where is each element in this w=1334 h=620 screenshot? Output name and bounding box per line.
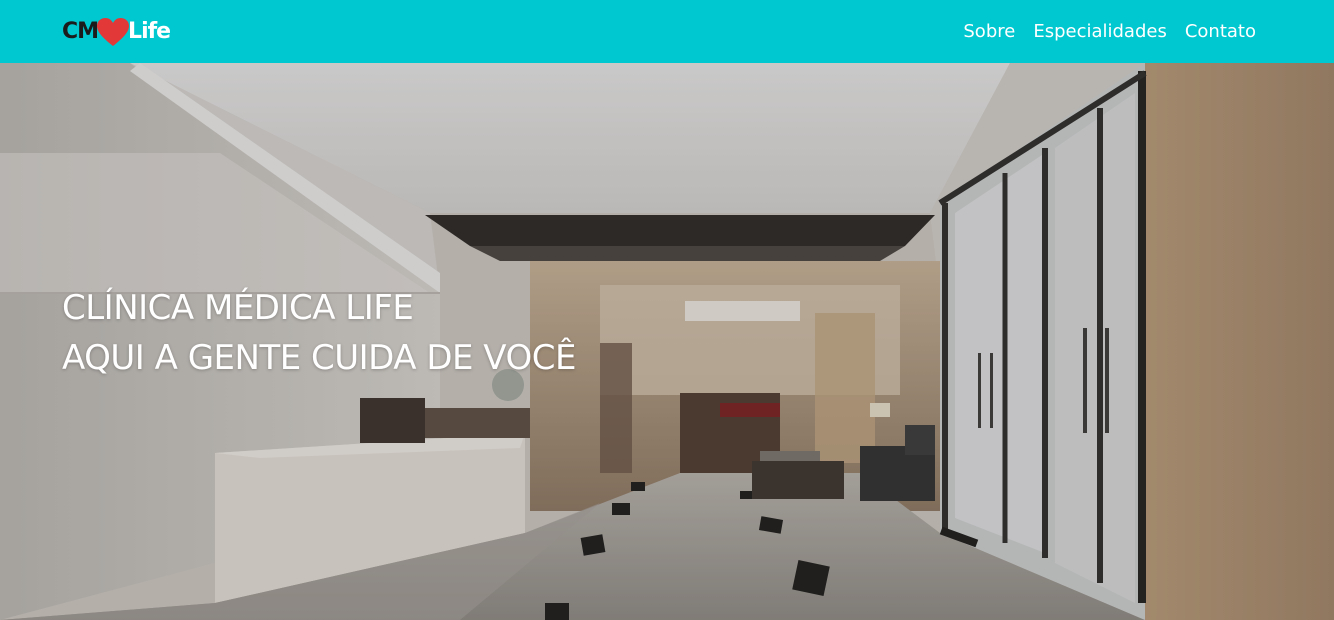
hero-headline: CLÍNICA MÉDICA LIFE AQUI A GENTE CUIDA D… <box>62 283 576 383</box>
main-nav: Sobre Especialidades Contato <box>963 21 1256 42</box>
nav-link-sobre[interactable]: Sobre <box>963 21 1015 42</box>
logo-prefix: CM <box>62 19 99 44</box>
brand-logo[interactable]: CM Life <box>62 17 171 47</box>
top-navbar: CM Life Sobre Especialidades Contato <box>0 0 1334 63</box>
heart-icon <box>97 17 130 46</box>
hero-title-line2: AQUI A GENTE CUIDA DE VOCÊ <box>62 338 576 378</box>
hero-banner: CLÍNICA MÉDICA LIFE AQUI A GENTE CUIDA D… <box>0 63 1334 620</box>
nav-link-especialidades[interactable]: Especialidades <box>1033 21 1167 42</box>
logo-suffix: Life <box>128 19 171 44</box>
nav-link-contato[interactable]: Contato <box>1185 21 1256 42</box>
hero-title-line1: CLÍNICA MÉDICA LIFE <box>62 288 414 328</box>
